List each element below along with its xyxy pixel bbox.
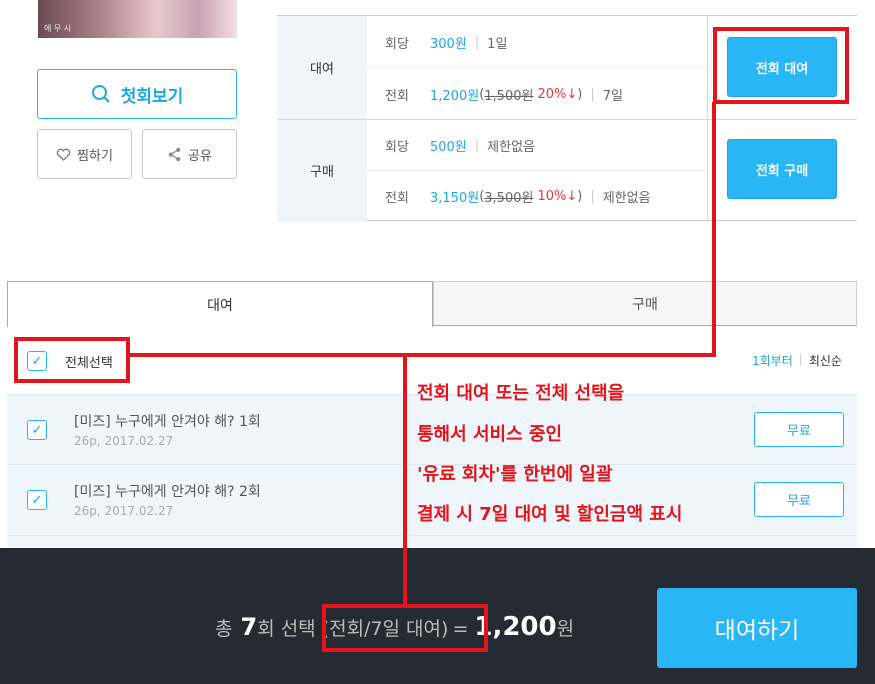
preview-first-button[interactable]: 첫회보기 <box>37 69 237 119</box>
original-price: 1,500원 <box>484 89 534 104</box>
term: 7일 <box>602 89 623 104</box>
separator: | <box>798 352 803 366</box>
like-label: 찜하기 <box>77 148 113 164</box>
check-icon[interactable]: ✓ <box>27 420 47 440</box>
divider <box>367 170 707 171</box>
buy-per-episode-row: 회당 500원 | 제한없음 <box>385 136 535 155</box>
paren: ) <box>577 87 583 102</box>
paren: ) <box>577 189 583 204</box>
heart-icon <box>56 148 71 161</box>
rent-button[interactable]: 대여하기 <box>657 588 857 668</box>
annotation-text: '유료 회차'를 한번에 일괄 <box>417 464 613 485</box>
row-label: 회당 <box>385 140 409 155</box>
term: 제한없음 <box>487 140 536 155</box>
like-button[interactable]: 찜하기 <box>37 129 132 179</box>
original-price: 3,500원 <box>484 191 534 206</box>
annotation-text: 결제 시 7일 대여 및 할인금액 표시 <box>417 504 683 525</box>
separator: | <box>590 189 595 204</box>
buy-all-button[interactable]: 전회 구매 <box>727 139 837 199</box>
discount: 20%↓ <box>537 87 578 102</box>
sort-first[interactable]: 1회부터 <box>752 352 793 369</box>
tab-buy[interactable]: 구매 <box>433 281 857 326</box>
rent-per-episode-row: 회당 300원 | 1일 <box>385 33 507 52</box>
price: 500원 <box>430 140 467 155</box>
price: 300원 <box>430 37 467 52</box>
episode-title[interactable]: [미즈] 누구에게 안겨야 해? 1회 <box>74 411 261 431</box>
annotation-box <box>713 27 849 104</box>
divider <box>707 16 708 222</box>
summary-count: 7 <box>240 613 258 641</box>
tab-rent[interactable]: 대여 <box>7 281 433 327</box>
divider <box>277 119 857 120</box>
term: 제한없음 <box>602 191 651 206</box>
annotation-line <box>403 353 407 606</box>
free-button[interactable]: 무료 <box>754 482 844 517</box>
separator: | <box>474 35 480 50</box>
cover-text: 에 무 시 <box>44 24 72 33</box>
episode-meta: 26p, 2017.02.27 <box>74 504 174 518</box>
price: 3,150원 <box>430 191 480 206</box>
free-button[interactable]: 무료 <box>754 412 844 447</box>
annotation-box <box>14 337 130 383</box>
row-label: 전회 <box>385 191 409 206</box>
rent-type-label: 대여 <box>277 16 367 119</box>
share-icon <box>168 147 181 161</box>
preview-label: 첫회보기 <box>120 86 184 107</box>
discount: 10%↓ <box>537 189 578 204</box>
annotation-box <box>322 604 488 652</box>
sort-latest[interactable]: 최신순 <box>809 352 842 369</box>
summary-middle: 회 선택 <box>257 618 316 640</box>
summary-unit: 원 <box>556 618 575 640</box>
share-button[interactable]: 공유 <box>142 129 237 179</box>
separator: | <box>590 87 595 102</box>
term: 1일 <box>487 37 508 52</box>
price: 1,200원 <box>430 89 480 104</box>
annotation-line <box>712 102 716 356</box>
share-label: 공유 <box>188 148 212 164</box>
row-label: 전회 <box>385 89 409 104</box>
summary-prefix: 총 <box>215 618 233 640</box>
episode-meta: 26p, 2017.02.27 <box>74 434 174 448</box>
annotation-text: 전회 대여 또는 전체 선택을 <box>417 383 625 404</box>
buy-all-row: 전회 3,150원 ( 3,500원 10%↓ ) | 제한없음 <box>385 187 651 206</box>
episode-title[interactable]: [미즈] 누구에게 안겨야 해? 2회 <box>74 481 261 501</box>
separator: | <box>474 138 480 153</box>
check-icon[interactable]: ✓ <box>27 490 47 510</box>
row-label: 회당 <box>385 37 409 52</box>
book-cover: 에 무 시 <box>38 0 237 38</box>
buy-type-label: 구매 <box>277 119 367 222</box>
divider <box>367 67 707 68</box>
sort-options: 1회부터 | 최신순 <box>752 352 842 369</box>
search-icon <box>91 85 110 103</box>
annotation-text: 통해서 서비스 중인 <box>417 424 563 445</box>
rent-all-row: 전회 1,200원 ( 1,500원 20%↓ ) | 7일 <box>385 85 623 104</box>
annotation-line <box>128 353 716 357</box>
